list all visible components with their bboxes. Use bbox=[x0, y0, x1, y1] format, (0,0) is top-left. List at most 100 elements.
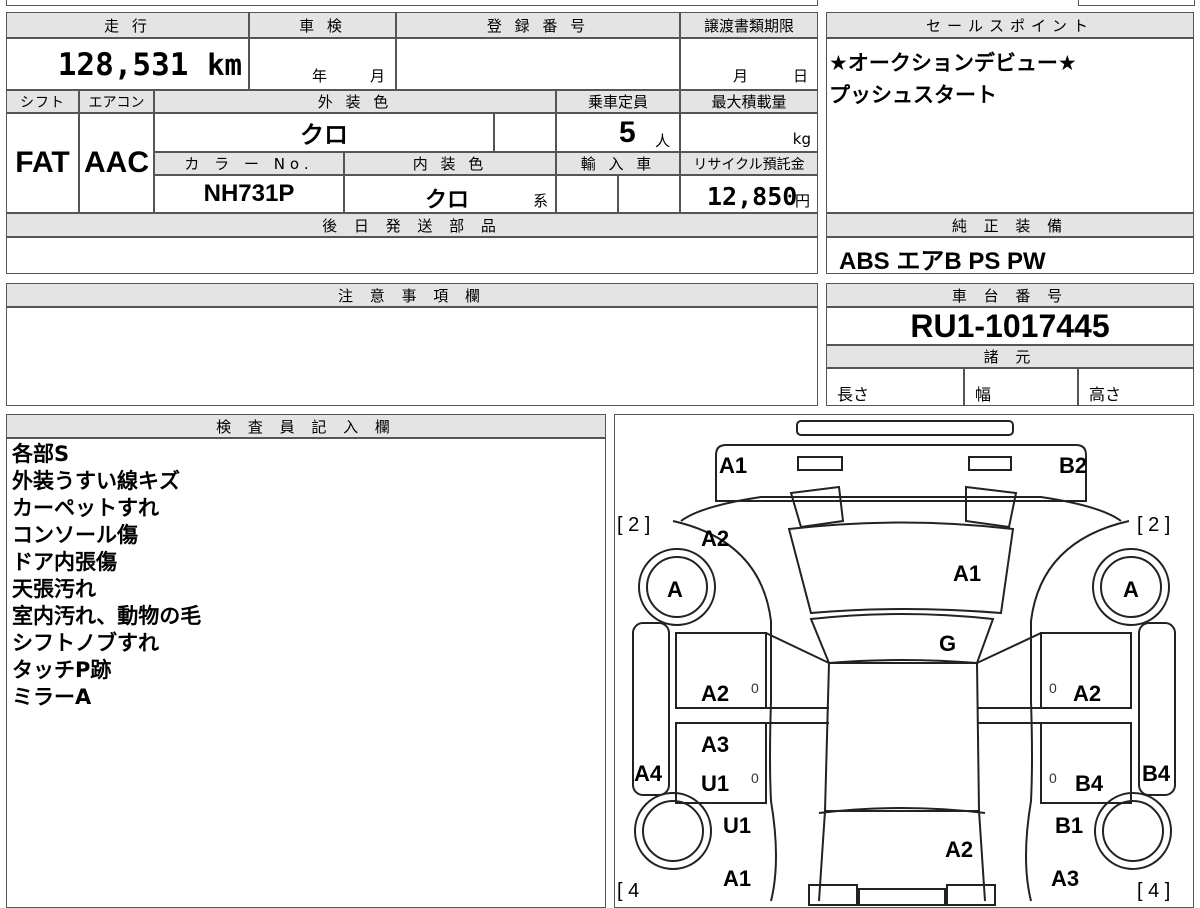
later-parts-cell bbox=[6, 237, 818, 274]
cut-off-row bbox=[6, 0, 818, 6]
tire-rear-left: [ 4 bbox=[617, 880, 639, 902]
inspector-header: 検 査 員 記 入 欄 bbox=[6, 414, 606, 438]
transfer-month-unit: 月 bbox=[733, 67, 749, 85]
mark-rear-door-right: B4 bbox=[1075, 771, 1104, 796]
mark-front-bumper-right: B2 bbox=[1059, 453, 1087, 478]
damage-marks: A1 B2 A2 A1 G A2 A2 A3 U1 B4 A4 B4 U1 B1… bbox=[634, 453, 1171, 891]
remark-line: ミラーA bbox=[12, 685, 92, 709]
capacity-cell: 5 人 bbox=[556, 113, 680, 152]
capacity-header: 乗車定員 bbox=[556, 90, 680, 113]
import-cell-a bbox=[556, 175, 618, 213]
color-no-value: NH731P bbox=[154, 175, 344, 213]
shift-value: FAT bbox=[6, 113, 79, 213]
remark-line: タッチP跡 bbox=[12, 658, 112, 682]
registration-cell bbox=[396, 38, 680, 90]
zero-marks: 0 0 0 0 bbox=[751, 680, 1057, 786]
inspection-cell: 年 月 bbox=[249, 38, 396, 90]
mark-rear-door-left-a: A3 bbox=[701, 732, 729, 757]
recycle-deposit-header: リサイクル預託金 bbox=[680, 152, 818, 175]
zero-mark: 0 bbox=[1049, 680, 1057, 696]
genuine-equipment-value: ABS エアB PS PW bbox=[839, 248, 1046, 275]
mark-front-wheel-left: A bbox=[667, 577, 683, 602]
tire-front-left: [ 2 ] bbox=[617, 514, 650, 536]
remark-line: ドア内張傷 bbox=[12, 550, 117, 574]
car-outline bbox=[632, 420, 1176, 906]
genuine-equipment-header: 純 正 装 備 bbox=[826, 213, 1194, 237]
vehicle-damage-diagram: A1 B2 A2 A1 G A2 A2 A3 U1 B4 A4 B4 U1 B1… bbox=[614, 414, 1194, 908]
chassis-header: 車 台 番 号 bbox=[826, 283, 1194, 307]
inspection-year-unit: 年 bbox=[312, 67, 328, 85]
transfer-day-unit: 日 bbox=[793, 67, 809, 85]
width-cell: 幅 bbox=[964, 368, 1078, 406]
notes-cell bbox=[6, 307, 818, 406]
width-label: 幅 bbox=[975, 385, 992, 404]
inspection-month-unit: 月 bbox=[370, 67, 386, 85]
import-cell-b bbox=[618, 175, 680, 213]
zero-mark: 0 bbox=[751, 770, 759, 786]
transfer-deadline-header: 譲渡書類期限 bbox=[680, 12, 818, 38]
interior-color-value: クロ bbox=[425, 188, 470, 213]
sales-point-cell: ★オークションデビュー★ プッシュスタート bbox=[826, 38, 1194, 213]
ac-value: AAC bbox=[79, 113, 154, 213]
zero-mark: 0 bbox=[751, 680, 759, 696]
mark-rear-fender-right: B1 bbox=[1055, 813, 1083, 838]
cut-off-corner bbox=[1078, 0, 1195, 6]
max-load-header: 最大積載量 bbox=[680, 90, 818, 113]
exterior-color-value: クロ bbox=[154, 113, 494, 152]
mark-front-fender-left: A2 bbox=[701, 526, 729, 551]
registration-header: 登 録 番 号 bbox=[396, 12, 680, 38]
ac-header: エアコン bbox=[79, 90, 154, 113]
height-cell: 高さ bbox=[1078, 368, 1194, 406]
notes-header: 注 意 事 項 欄 bbox=[6, 283, 818, 307]
mark-front-bumper-left: A1 bbox=[719, 453, 747, 478]
inspector-remarks-cell: 各部S 外装うすい線キズ カーペットすれ コンソール傷 ドア内張傷 天張汚れ 室… bbox=[6, 438, 606, 908]
capacity-unit: 人 bbox=[655, 132, 671, 150]
sales-point-line-2: プッシュスタート bbox=[829, 83, 997, 107]
mark-rear-bumper-left: A1 bbox=[723, 866, 751, 891]
transfer-deadline-cell: 月 日 bbox=[680, 38, 818, 90]
interior-color-suffix: 系 bbox=[533, 192, 549, 210]
car-outline-svg: A1 B2 A2 A1 G A2 A2 A3 U1 B4 A4 B4 U1 B1… bbox=[617, 420, 1176, 906]
length-label: 長さ bbox=[837, 385, 870, 404]
mark-hood: A1 bbox=[953, 561, 981, 586]
mark-tailgate: A2 bbox=[945, 837, 973, 862]
mark-front-wheel-right: A bbox=[1123, 577, 1139, 602]
recycle-deposit-value: 12,850 bbox=[707, 182, 798, 211]
mark-rear-door-left-b: U1 bbox=[701, 771, 729, 796]
mark-front-door-right: A2 bbox=[1073, 681, 1101, 706]
inspection-header: 車 検 bbox=[249, 12, 396, 38]
mileage-header: 走 行 bbox=[6, 12, 249, 38]
remark-line: 各部S bbox=[12, 442, 70, 466]
mark-windshield: G bbox=[939, 631, 956, 656]
mileage-value: 128,531 bbox=[57, 47, 189, 83]
remark-line: コンソール傷 bbox=[12, 523, 138, 547]
genuine-equipment-cell: ABS エアB PS PW bbox=[826, 237, 1194, 275]
mark-rocker-left: A4 bbox=[634, 761, 663, 786]
remark-line: カーペットすれ bbox=[12, 496, 159, 520]
later-parts-header: 後 日 発 送 部 品 bbox=[6, 213, 818, 237]
interior-color-header: 内 装 色 bbox=[344, 152, 556, 175]
import-header: 輸 入 車 bbox=[556, 152, 680, 175]
recycle-deposit-unit: 円 bbox=[795, 192, 811, 210]
height-label: 高さ bbox=[1089, 385, 1122, 404]
tire-front-right: [ 2 ] bbox=[1137, 514, 1170, 536]
length-cell: 長さ bbox=[826, 368, 964, 406]
remark-line: 室内汚れ、動物の毛 bbox=[12, 604, 202, 628]
color-no-header: カ ラ ー No. bbox=[154, 152, 344, 175]
capacity-value: 5 bbox=[619, 116, 636, 149]
specs-header: 諸 元 bbox=[826, 345, 1194, 368]
exterior-color-code-cell bbox=[494, 113, 556, 152]
remark-line: 外装うすい線キズ bbox=[12, 469, 180, 493]
mark-rear-fender-left: U1 bbox=[723, 813, 751, 838]
shift-header: シフト bbox=[6, 90, 79, 113]
mark-front-door-left: A2 bbox=[701, 681, 729, 706]
zero-mark: 0 bbox=[1049, 770, 1057, 786]
chassis-number: RU1-1017445 bbox=[826, 307, 1194, 345]
mark-rocker-right: B4 bbox=[1142, 761, 1171, 786]
max-load-cell: kg bbox=[680, 113, 818, 152]
tire-rear-right: [ 4 ] bbox=[1137, 880, 1170, 902]
mileage-cell: 128,531 km bbox=[6, 38, 249, 90]
recycle-deposit-cell: 12,850 円 bbox=[680, 175, 818, 213]
mileage-unit: km bbox=[207, 48, 242, 82]
interior-color-cell: クロ 系 bbox=[344, 175, 556, 213]
